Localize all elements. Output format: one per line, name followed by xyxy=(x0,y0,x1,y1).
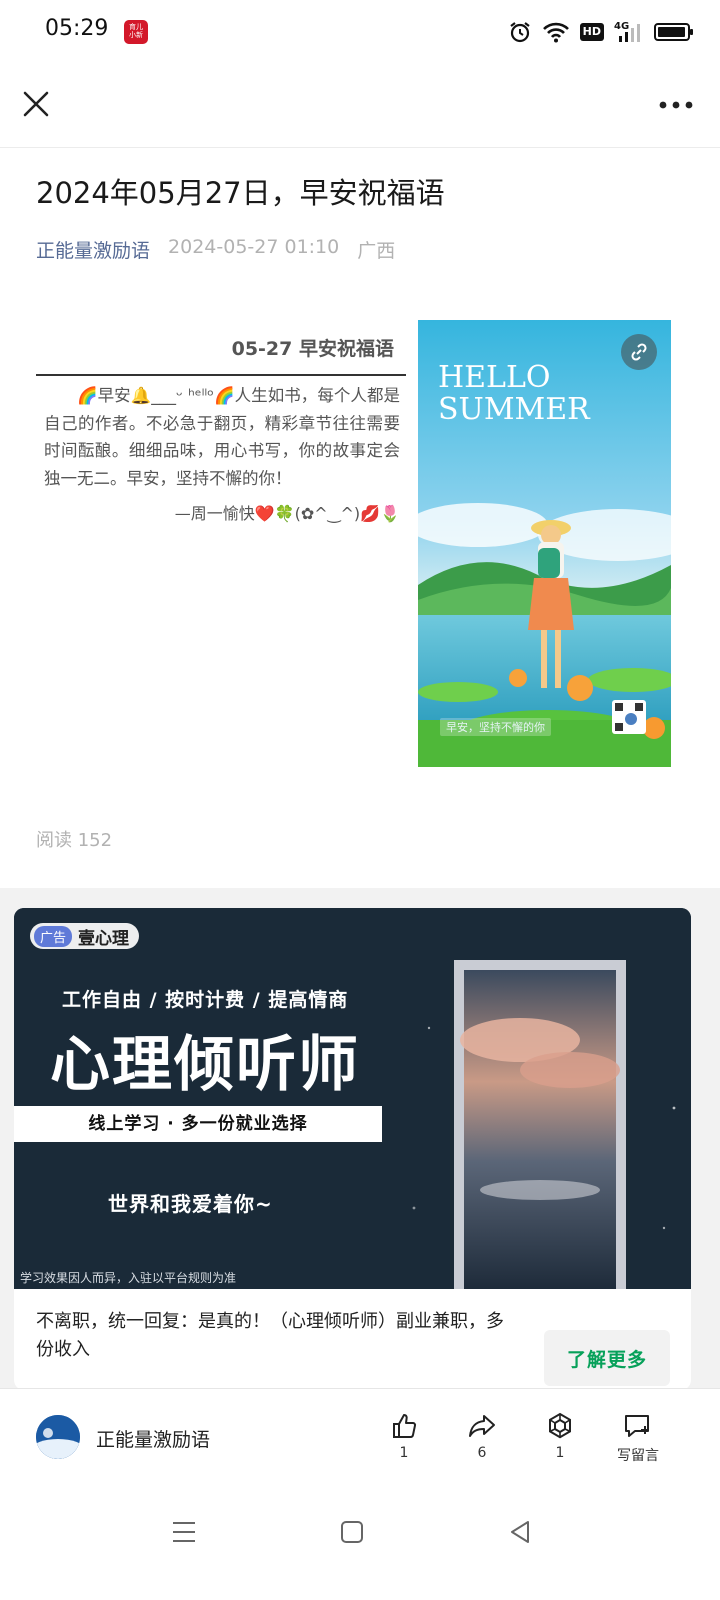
top-nav xyxy=(0,64,720,148)
comment-icon xyxy=(625,1415,649,1437)
like-button[interactable]: 1 xyxy=(374,1409,434,1461)
ad-card[interactable]: 广告 壹心理 工作自由 / 按时计费 / 提高情商 心理倾听师 线上学习 · 多… xyxy=(14,908,691,1390)
signal-icon: 4G xyxy=(614,19,644,45)
wow-button[interactable]: 1 xyxy=(530,1409,590,1461)
publish-location: 广西 xyxy=(357,240,396,262)
door-illustration xyxy=(454,960,626,1289)
back-nav-button[interactable] xyxy=(500,1512,540,1552)
system-nav-bar xyxy=(0,1484,720,1600)
read-count: 阅读 152 xyxy=(36,830,113,851)
more-icon xyxy=(659,101,693,109)
author-link[interactable]: 正能量激励语 xyxy=(36,236,150,263)
publish-date: 2024-05-27 01:10 xyxy=(168,236,340,258)
like-count: 1 xyxy=(399,1445,409,1461)
qr-code-icon xyxy=(612,700,646,734)
article-meta: 正能量激励语 2024-05-27 01:10 广西 xyxy=(36,236,395,263)
post-text: 🌈早安🔔___ᵕ ʰᵉˡˡᵒ🌈人生如书，每个人都是自己的作者。不必急于翻页，精彩… xyxy=(44,386,400,488)
close-icon xyxy=(23,91,49,117)
ad-strip: 线上学习 · 多一份就业选择 xyxy=(14,1106,382,1142)
comment-button[interactable]: 写留言 xyxy=(608,1409,668,1465)
share-button[interactable]: 6 xyxy=(452,1409,512,1461)
home-icon xyxy=(341,1521,363,1543)
comment-label: 写留言 xyxy=(617,1448,659,1464)
status-time: 05:29 xyxy=(45,16,109,41)
more-button[interactable] xyxy=(656,90,696,120)
ad-disclaimer: 学习效果因人而异，入驻以平台规则为准 xyxy=(20,1271,237,1285)
ad-description[interactable]: 不离职，统一回复：是真的！（心理倾听师）副业兼职，多份收入 xyxy=(36,1308,516,1364)
ad-brand: 壹心理 xyxy=(78,928,130,949)
network-type: 4G xyxy=(614,21,629,32)
author-avatar[interactable] xyxy=(36,1415,80,1459)
post-signoff: —周一愉快❤️🍀(✿^‿^)💋🌷 xyxy=(174,504,400,523)
wifi-icon xyxy=(542,19,570,45)
back-icon xyxy=(511,1521,529,1543)
ad-banner[interactable]: 广告 壹心理 工作自由 / 按时计费 / 提高情商 心理倾听师 线上学习 · 多… xyxy=(14,908,691,1289)
thumbs-up-icon xyxy=(393,1414,417,1438)
link-icon[interactable] xyxy=(621,334,657,370)
wow-icon xyxy=(549,1412,571,1439)
ad-tag-label: 广告 xyxy=(34,925,73,947)
ad-tagline: 工作自由 / 按时计费 / 提高情商 xyxy=(62,989,349,1011)
ad-label: 广告 壹心理 xyxy=(30,923,140,949)
action-bar: 正能量激励语 1 6 1 写留言 xyxy=(0,1388,720,1484)
hd-badge: HD xyxy=(579,19,604,45)
post-heading: 05-27 早安祝福语 xyxy=(231,338,394,360)
wow-count: 1 xyxy=(555,1445,565,1461)
menu-nav-button[interactable] xyxy=(164,1512,204,1552)
alarm-icon xyxy=(508,19,532,45)
article-title: 2024年05月27日，早安祝福语 xyxy=(36,176,445,210)
menu-icon xyxy=(173,1522,195,1542)
app-notification-icon: 育儿 小新 xyxy=(124,20,148,44)
divider xyxy=(36,374,406,376)
share-count: 6 xyxy=(477,1445,487,1461)
battery-icon xyxy=(654,19,693,45)
learn-more-button[interactable]: 了解更多 xyxy=(544,1330,670,1386)
close-button[interactable] xyxy=(20,86,52,122)
status-bar: 05:29 育儿 小新 HD 4G xyxy=(0,0,720,64)
ad-headline: 心理倾听师 xyxy=(50,1030,360,1100)
poster-caption: 早安，坚持不懈的你 xyxy=(440,718,551,736)
ad-slogan: 世界和我爱着你~ xyxy=(108,1192,273,1216)
home-nav-button[interactable] xyxy=(332,1512,372,1552)
poster-hello-text: HELLO SUMMER xyxy=(438,360,590,427)
author-name[interactable]: 正能量激励语 xyxy=(96,1425,210,1452)
status-icons: HD 4G xyxy=(508,18,693,46)
poster-image[interactable]: HELLO SUMMER 早安，坚持不懈的你 xyxy=(418,320,671,767)
share-icon xyxy=(469,1415,495,1437)
